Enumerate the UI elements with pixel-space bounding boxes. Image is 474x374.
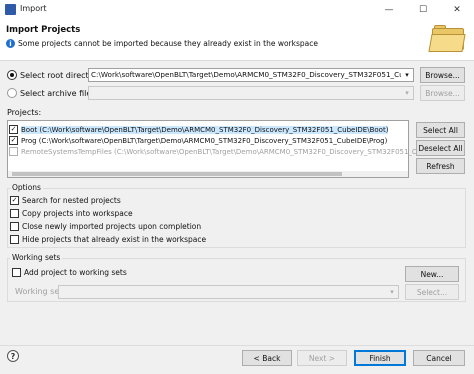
next-button[interactable]: Next > [297, 350, 347, 366]
working-sets-group-label: Working sets [10, 253, 63, 262]
option-label: Search for nested projects [22, 196, 121, 205]
minimize-button[interactable]: — [372, 0, 406, 19]
project-checkbox [9, 147, 18, 156]
archive-file-radio[interactable] [7, 88, 17, 98]
chevron-down-icon[interactable]: ▾ [401, 87, 413, 99]
add-working-sets-label: Add project to working sets [24, 268, 127, 277]
browse-root-button[interactable]: Browse... [420, 67, 465, 83]
option-label: Close newly imported projects upon compl… [22, 222, 202, 231]
page-title: Import Projects [6, 25, 81, 35]
option-checkbox[interactable] [10, 222, 19, 231]
projects-label: Projects: [7, 108, 42, 117]
option-copy-projects[interactable]: Copy projects into workspace [10, 209, 133, 218]
add-working-sets-checkbox[interactable] [12, 268, 21, 277]
archive-file-combo[interactable] [88, 86, 414, 100]
option-checkbox[interactable] [10, 235, 19, 244]
radio-selected-dot [10, 73, 14, 77]
working-sets-combo[interactable] [58, 285, 399, 299]
option-label: Hide projects that already exist in the … [22, 235, 207, 244]
project-item-remote-systems: RemoteSystemsTempFiles (C:\Work\software… [9, 146, 449, 157]
root-directory-combo[interactable]: C:\Work\software\OpenBLT\Target\Demo\ARM… [88, 68, 414, 82]
option-hide-existing[interactable]: Hide projects that already exist in the … [10, 235, 206, 244]
help-icon[interactable]: ? [7, 350, 19, 362]
project-checkbox[interactable]: ✓ [9, 136, 18, 145]
back-button[interactable]: < Back [242, 350, 292, 366]
option-search-nested[interactable]: ✓ Search for nested projects [10, 196, 121, 205]
projects-list[interactable]: ✓ Boot (C:\Work\software\OpenBLT\Target\… [7, 120, 449, 178]
close-button[interactable]: ✕ [440, 0, 474, 19]
scrollbar-thumb[interactable] [12, 172, 342, 176]
browse-archive-button[interactable]: Browse... [420, 85, 465, 101]
window-title: Import [20, 4, 47, 13]
cancel-button[interactable]: Cancel [413, 350, 465, 366]
maximize-button[interactable]: ☐ [406, 0, 440, 19]
option-checkbox[interactable] [10, 209, 19, 218]
banner-message: Some projects cannot be imported because… [18, 39, 318, 48]
select-working-set-button[interactable]: Select... [405, 284, 459, 300]
project-checkbox[interactable]: ✓ [9, 125, 18, 134]
footer-divider [0, 345, 474, 346]
chevron-down-icon[interactable]: ▾ [401, 69, 413, 81]
chevron-down-icon[interactable]: ▾ [386, 286, 398, 298]
finish-button[interactable]: Finish [354, 350, 406, 366]
root-directory-radio[interactable] [7, 70, 17, 80]
new-working-set-button[interactable]: New... [405, 266, 459, 282]
project-item-label: Boot (C:\Work\software\OpenBLT\Target\De… [21, 125, 389, 134]
deselect-all-button[interactable]: Deselect All [416, 140, 465, 156]
folder-icon-front [428, 34, 466, 52]
option-label: Copy projects into workspace [22, 209, 133, 218]
project-item-boot[interactable]: ✓ Boot (C:\Work\software\OpenBLT\Target\… [9, 124, 389, 135]
project-item-prog[interactable]: ✓ Prog (C:\Work\software\OpenBLT\Target\… [9, 135, 387, 146]
project-item-label: RemoteSystemsTempFiles (C:\Work\software… [21, 147, 450, 156]
refresh-button[interactable]: Refresh [416, 158, 465, 174]
select-all-button[interactable]: Select All [416, 122, 465, 138]
eclipse-app-icon [5, 4, 16, 15]
option-close-projects[interactable]: Close newly imported projects upon compl… [10, 222, 201, 231]
option-checkbox[interactable]: ✓ [10, 196, 19, 205]
add-to-working-sets[interactable]: Add project to working sets [12, 268, 127, 277]
info-icon: i [6, 39, 15, 48]
archive-file-label: Select archive file: [20, 89, 95, 98]
project-item-label: Prog (C:\Work\software\OpenBLT\Target\De… [21, 136, 388, 145]
options-group-label: Options [10, 183, 43, 192]
